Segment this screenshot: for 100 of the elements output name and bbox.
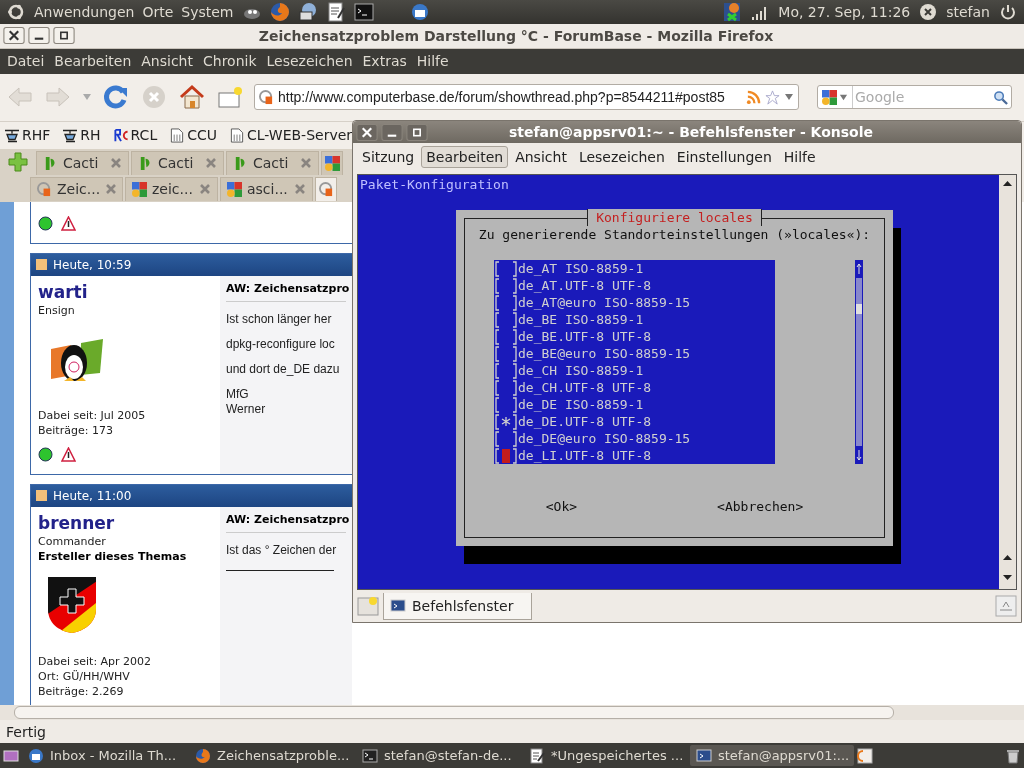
close-icon[interactable]: [356, 123, 378, 141]
minimize-icon[interactable]: [381, 123, 403, 141]
menu-item[interactable]: Ansicht: [136, 53, 198, 70]
browser-tab[interactable]: Cacti: [226, 150, 319, 175]
user-status-icon[interactable]: [918, 2, 939, 22]
browser-tab[interactable]: [315, 176, 337, 201]
menu-item[interactable]: Hilfe: [778, 145, 821, 168]
checkbox[interactable]: [494, 362, 518, 379]
locale-option[interactable]: de_DE@euro ISO-8859-15: [518, 430, 691, 447]
browser-tab[interactable]: asci...: [220, 176, 313, 201]
warning-icon[interactable]: [61, 446, 76, 462]
reload-icon[interactable]: [102, 83, 130, 112]
maximize-icon[interactable]: [53, 27, 75, 45]
checkbox[interactable]: [494, 413, 518, 430]
show-desktop-icon[interactable]: [3, 747, 19, 764]
browser-tab[interactable]: Cacti: [131, 150, 224, 175]
menu-item[interactable]: Einstellungen: [671, 145, 777, 168]
menu-item[interactable]: Lesezeichen: [573, 145, 670, 168]
user-name[interactable]: brenner: [38, 512, 213, 533]
clock[interactable]: Mo, 27. Sep, 11:26: [778, 4, 911, 20]
taskbar-window-button[interactable]: stefan@appsrv01:...: [690, 745, 854, 766]
dropdown-icon[interactable]: [839, 92, 848, 102]
close-icon[interactable]: [3, 27, 25, 45]
locale-option[interactable]: de_BE ISO-8859-1: [518, 311, 644, 328]
checkbox[interactable]: [494, 396, 518, 413]
menu-item[interactable]: Extras: [357, 53, 412, 70]
locale-option[interactable]: de_AT.UTF-8 UTF-8: [518, 277, 652, 294]
browser-tab[interactable]: Zeic...: [30, 176, 123, 201]
menu-item[interactable]: Bearbeiten: [421, 145, 509, 168]
locale-option[interactable]: de_BE@euro ISO-8859-15: [518, 345, 691, 362]
mail-icon[interactable]: [409, 2, 430, 22]
checkbox[interactable]: [494, 294, 518, 311]
taskbar-window-button[interactable]: Zeichensatzproble...: [189, 745, 353, 766]
search-box[interactable]: Google: [817, 85, 1012, 110]
locale-option[interactable]: de_AT ISO-8859-1: [518, 260, 644, 277]
bookmark-link[interactable]: RCL: [112, 127, 158, 144]
vertical-scrollbar[interactable]: [999, 175, 1016, 589]
browser-tab[interactable]: [321, 150, 343, 175]
horizontal-scrollbar[interactable]: [0, 705, 1024, 721]
taskbar-window-button[interactable]: Inbox - Mozilla Th...: [22, 745, 186, 766]
bookmark-link[interactable]: RHF: [4, 127, 51, 144]
search-icon[interactable]: [993, 89, 1008, 105]
user-name[interactable]: warti: [38, 281, 213, 302]
locale-option[interactable]: de_DE ISO-8859-1: [518, 396, 644, 413]
locale-option[interactable]: de_AT@euro ISO-8859-15: [518, 294, 691, 311]
ubuntu-logo-icon[interactable]: [6, 2, 26, 22]
checkbox[interactable]: [494, 260, 518, 277]
taskbar-window-button[interactable]: stefan@stefan-de...: [356, 745, 520, 766]
locale-option[interactable]: de_CH.UTF-8 UTF-8: [518, 379, 652, 396]
menu-item[interactable]: Bearbeiten: [49, 53, 137, 70]
menu-item[interactable]: Datei: [2, 53, 50, 70]
checkbox[interactable]: [494, 430, 518, 447]
panel-menu[interactable]: System: [181, 4, 234, 20]
locale-option[interactable]: de_BE.UTF-8 UTF-8: [518, 328, 652, 345]
menu-item[interactable]: Ansicht: [510, 145, 572, 168]
terminal-tab[interactable]: Befehlsfenster: [383, 592, 533, 620]
checkbox[interactable]: [494, 277, 518, 294]
browser-icon[interactable]: [269, 2, 290, 22]
rss-feed-icon[interactable]: [746, 89, 761, 105]
browser-tab[interactable]: Cacti: [36, 150, 129, 175]
dialog-prompt: Zu generierende Standorteinstellungen (»locales«):: [478, 226, 871, 243]
scroll-bar[interactable]: [855, 260, 863, 464]
bookmark-link[interactable]: RH: [62, 127, 101, 144]
network-status-icon[interactable]: [722, 2, 743, 22]
star-icon[interactable]: [765, 89, 780, 105]
power-icon[interactable]: [998, 2, 1018, 22]
terminal-icon[interactable]: [353, 2, 374, 22]
locale-option[interactable]: de_LI.UTF-8 UTF-8: [518, 447, 652, 464]
search-input[interactable]: Google: [853, 88, 993, 107]
bookmark-link[interactable]: CCU: [169, 127, 217, 144]
home-icon[interactable]: [178, 83, 206, 112]
panel-menu[interactable]: Anwendungen: [34, 4, 135, 20]
network-computer-icon[interactable]: [297, 2, 318, 22]
menu-item[interactable]: Hilfe: [411, 53, 454, 70]
dialog-title: Konfiguriere locales: [587, 209, 762, 226]
dialog-button[interactable]: <Ok>: [545, 498, 578, 515]
warning-icon[interactable]: [61, 215, 76, 231]
colored-squares-icon: [822, 89, 837, 105]
trash-icon[interactable]: [1005, 747, 1021, 764]
checkbox[interactable]: [494, 379, 518, 396]
window-thumbnail-icon[interactable]: [857, 747, 873, 764]
checkbox[interactable]: [494, 311, 518, 328]
browser-tab[interactable]: zeic...: [125, 176, 218, 201]
panel-menu[interactable]: Orte: [142, 4, 174, 20]
user-name[interactable]: stefan: [946, 4, 990, 20]
menu-item[interactable]: Sitzung: [357, 145, 420, 168]
locale-option[interactable]: de_CH ISO-8859-1: [518, 362, 644, 379]
checkbox[interactable]: [494, 328, 518, 345]
text-editor-icon[interactable]: [325, 2, 346, 22]
bookmark-link[interactable]: CL-WEB-Server: [229, 127, 352, 144]
checkbox[interactable]: [494, 345, 518, 362]
checkbox[interactable]: [494, 447, 518, 464]
menu-item[interactable]: Lesezeichen: [261, 53, 358, 70]
locale-option[interactable]: de_DE.UTF-8 UTF-8: [518, 413, 652, 430]
maximize-icon[interactable]: [406, 123, 428, 141]
dialog-button[interactable]: <Abbrechen>: [717, 498, 804, 515]
taskbar-window-button[interactable]: *Ungespeichertes ...: [523, 745, 687, 766]
minimize-icon[interactable]: [28, 27, 50, 45]
menu-item[interactable]: Chronik: [198, 53, 262, 70]
address-field[interactable]: http://www.computerbase.de/forum/showthread.php?p=8544211#post85: [254, 84, 799, 111]
